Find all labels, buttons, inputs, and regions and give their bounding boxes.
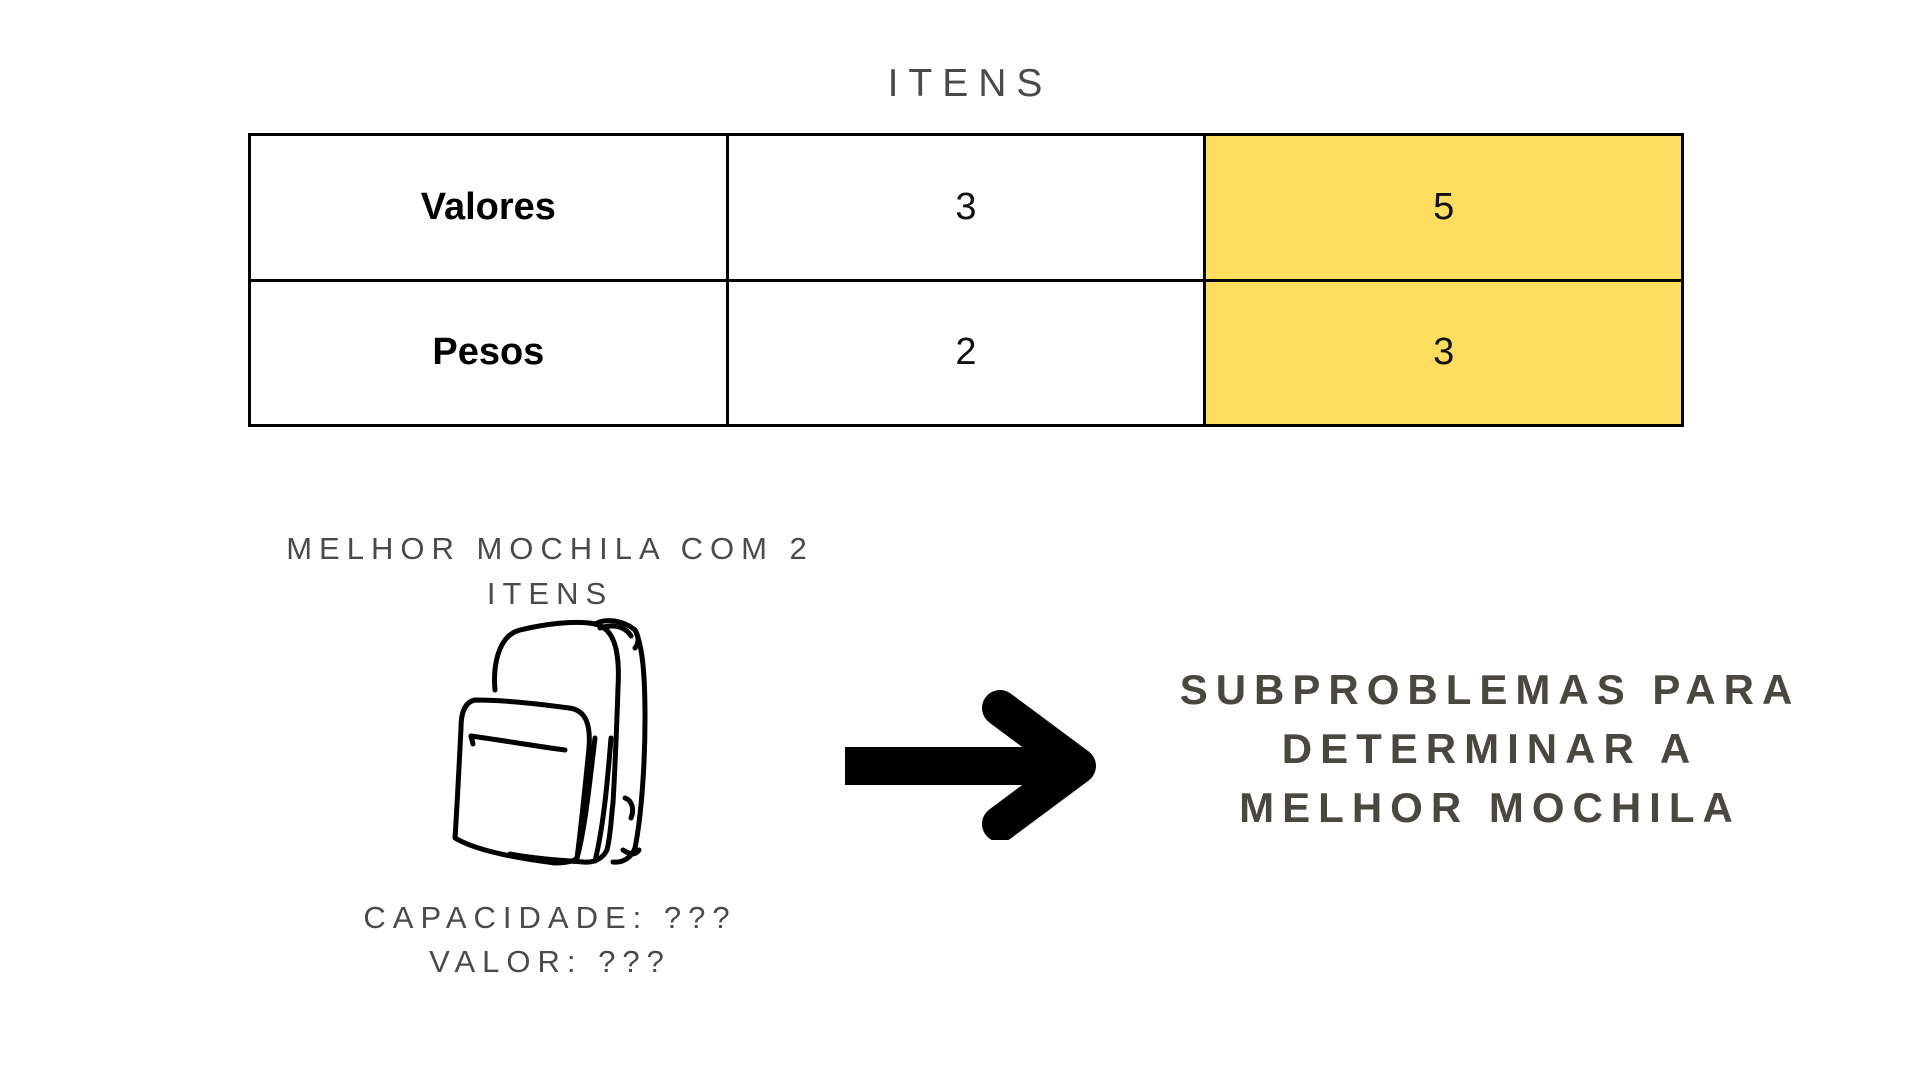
- knapsack-label-line2: ITENS: [486, 576, 614, 611]
- table-cell-highlighted: 5: [1203, 133, 1684, 282]
- table-cell: 3: [725, 133, 1207, 282]
- arrow-right-icon: [845, 690, 1096, 840]
- subproblems-line3: MELHOR MOCHILA: [1239, 784, 1741, 831]
- items-table: Valores 3 5 Pesos 2 3: [248, 133, 1684, 427]
- subproblems-text: SUBPROBLEMAS PARA DETERMINAR A MELHOR MO…: [1160, 660, 1820, 837]
- knapsack-stats: CAPACIDADE: ??? VALOR: ???: [330, 896, 770, 984]
- capacity-text: CAPACIDADE: ???: [363, 900, 737, 935]
- table-row: Pesos 2 3: [248, 278, 1684, 427]
- subproblems-line2: DETERMINAR A: [1281, 725, 1699, 772]
- knapsack-label: MELHOR MOCHILA COM 2 ITENS: [270, 526, 830, 616]
- value-text: VALOR: ???: [429, 944, 671, 979]
- subproblems-line1: SUBPROBLEMAS PARA: [1179, 666, 1801, 713]
- table-cell-highlighted: 3: [1203, 278, 1684, 427]
- row-label-valores: Valores: [248, 133, 729, 282]
- table-row: Valores 3 5: [248, 133, 1684, 282]
- knapsack-label-line1: MELHOR MOCHILA COM 2: [286, 531, 814, 566]
- row-label-pesos: Pesos: [248, 278, 729, 427]
- backpack-icon: [452, 618, 648, 866]
- table-cell: 2: [725, 278, 1207, 427]
- items-title: ITENS: [887, 62, 1053, 105]
